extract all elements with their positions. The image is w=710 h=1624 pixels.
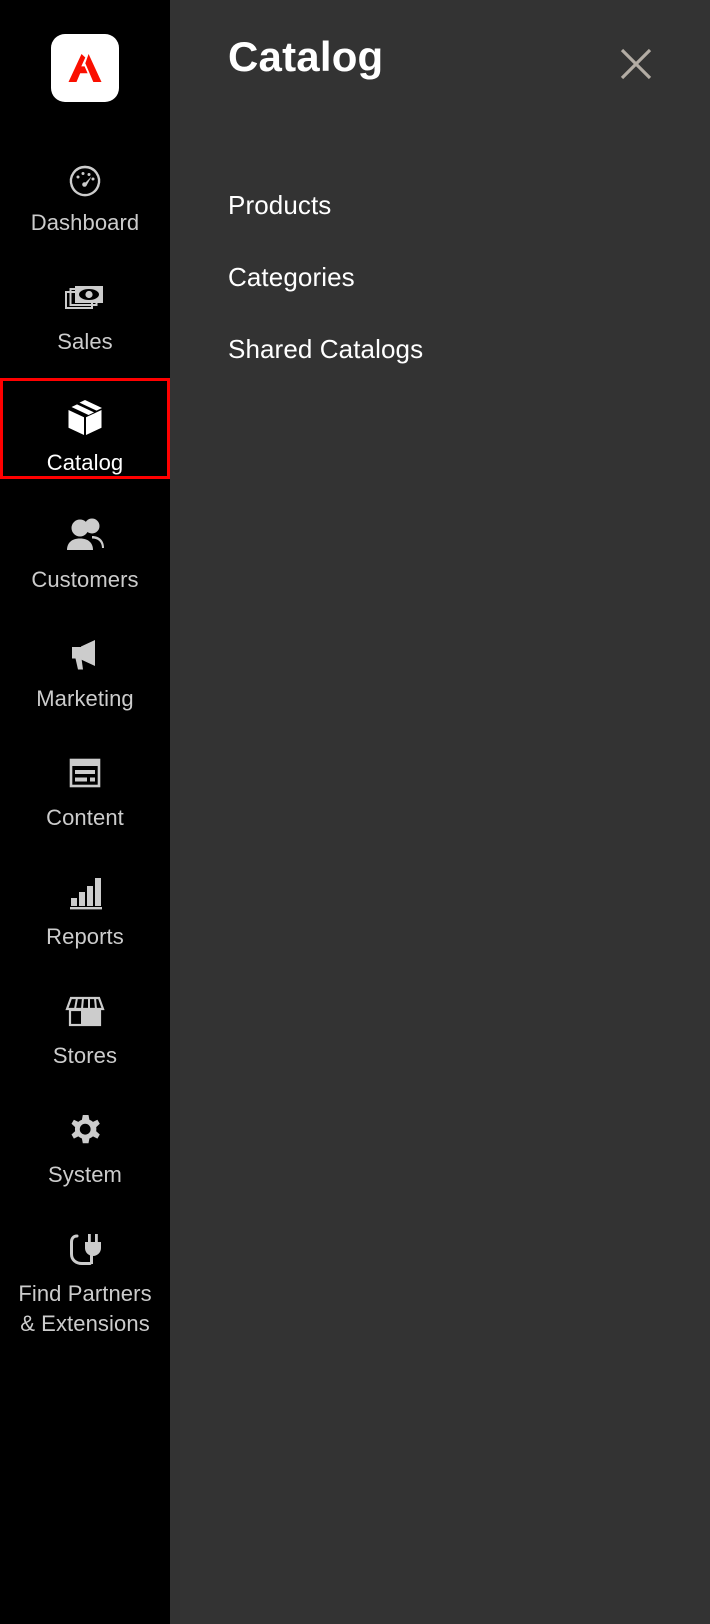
sidebar-item-label: Sales — [57, 328, 113, 354]
users-icon — [61, 514, 109, 558]
money-stack-icon — [62, 276, 108, 320]
logo-container — [0, 0, 170, 102]
close-x-icon[interactable] — [616, 44, 656, 84]
sidebar-item-marketing[interactable]: Marketing — [0, 616, 170, 717]
admin-menu-overlay: Dashboard Sales Catalog Customers Market… — [0, 0, 710, 1624]
storefront-icon — [63, 990, 107, 1034]
bar-chart-icon — [64, 871, 106, 915]
sidebar-item-content[interactable]: Content — [0, 735, 170, 836]
sidebar-item-sales[interactable]: Sales — [0, 259, 170, 360]
sidebar-item-label: Dashboard — [30, 210, 140, 235]
sidebar-item-system[interactable]: System — [0, 1092, 170, 1193]
panel-header: Catalog — [170, 0, 710, 130]
submenu-item-shared-catalogs[interactable]: Shared Catalogs — [228, 334, 423, 365]
adobe-logo-icon[interactable] — [51, 34, 119, 102]
sidebar-item-label: Find Partners & Extensions — [18, 1281, 152, 1337]
submenu-item-categories[interactable]: Categories — [228, 262, 355, 293]
catalog-submenu-list: Products Categories Shared Catalogs — [170, 190, 710, 365]
megaphone-icon — [63, 633, 107, 677]
sidebar-item-label: Marketing — [36, 685, 134, 711]
sidebar-item-label: Stores — [52, 1042, 118, 1068]
sidebar-item-label: Reports — [46, 923, 124, 949]
plug-icon — [63, 1228, 107, 1272]
page-title: Catalog — [228, 33, 384, 80]
submenu-panel: Catalog Products Categories Shared Catal… — [170, 0, 710, 1624]
sidebar-item-stores[interactable]: Stores — [0, 973, 170, 1074]
sidebar-item-label: Customers — [31, 566, 139, 592]
gear-icon — [64, 1109, 106, 1153]
sidebar-item-label: System — [48, 1161, 122, 1187]
sidebar-item-reports[interactable]: Reports — [0, 854, 170, 955]
sidebar-item-label: Content — [46, 804, 124, 830]
sidebar-item-find-partners-extensions[interactable]: Find Partners & Extensions — [0, 1211, 170, 1336]
submenu-item-products[interactable]: Products — [228, 190, 331, 221]
sidebar-item-catalog[interactable]: Catalog — [0, 378, 170, 479]
sidebar-item-label: Catalog — [46, 450, 124, 475]
sidebar-item-customers[interactable]: Customers — [0, 497, 170, 598]
package-box-icon — [62, 395, 108, 441]
main-sidebar: Dashboard Sales Catalog Customers Market… — [0, 0, 170, 1624]
dashboard-gauge-icon — [63, 157, 107, 201]
sidebar-nav: Dashboard Sales Catalog Customers Market… — [0, 140, 170, 1336]
sidebar-item-dashboard[interactable]: Dashboard — [0, 140, 170, 241]
content-page-icon — [63, 752, 107, 796]
